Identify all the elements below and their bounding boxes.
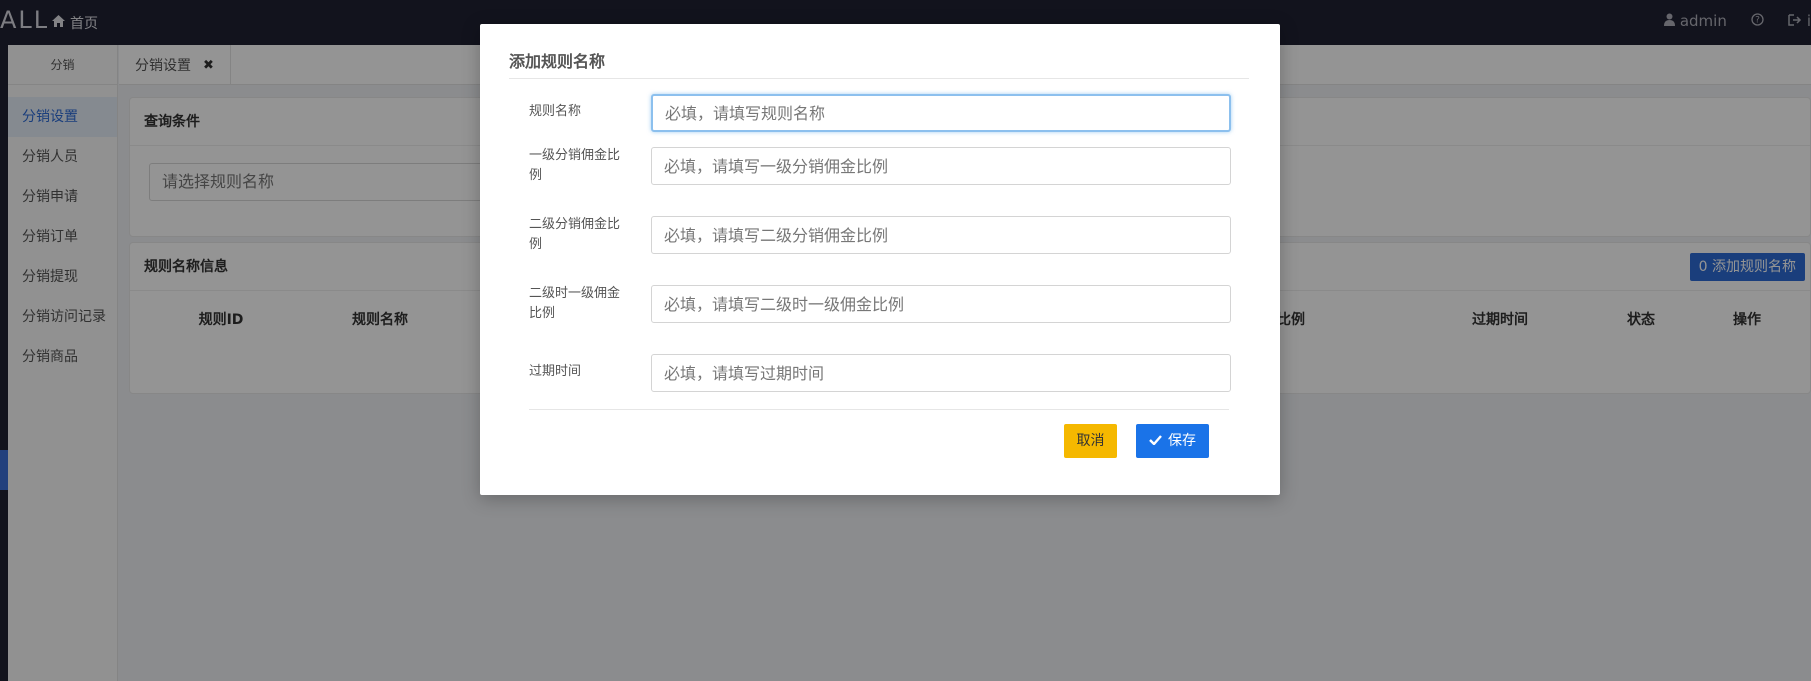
level2-level1-ratio-input[interactable] — [651, 285, 1231, 323]
check-icon — [1149, 424, 1162, 458]
field-label: 规则名称 — [529, 104, 582, 119]
save-label: 保存 — [1168, 433, 1196, 449]
field-label: 过期时间 — [529, 364, 582, 379]
cancel-button[interactable]: 取消 — [1064, 424, 1117, 458]
field-label: 二级分销佣金比例 — [529, 217, 621, 252]
save-button[interactable]: 保存 — [1136, 424, 1209, 458]
cancel-label: 取消 — [1076, 433, 1105, 449]
field-label: 一级分销佣金比例 — [529, 148, 621, 183]
rule-name-input[interactable] — [651, 94, 1231, 132]
dialog-footer-divider — [529, 409, 1229, 410]
dialog-title: 添加规则名称 — [509, 52, 606, 71]
expiry-time-input[interactable] — [651, 354, 1231, 392]
add-rule-dialog: 添加规则名称 规则名称 一级分销佣金比例 二级分销佣金比例 二级时一级佣金比例 … — [480, 24, 1280, 495]
level1-ratio-input[interactable] — [651, 147, 1231, 185]
field-label: 二级时一级佣金比例 — [529, 286, 621, 321]
dialog-divider — [509, 78, 1249, 79]
level2-ratio-input[interactable] — [651, 216, 1231, 254]
